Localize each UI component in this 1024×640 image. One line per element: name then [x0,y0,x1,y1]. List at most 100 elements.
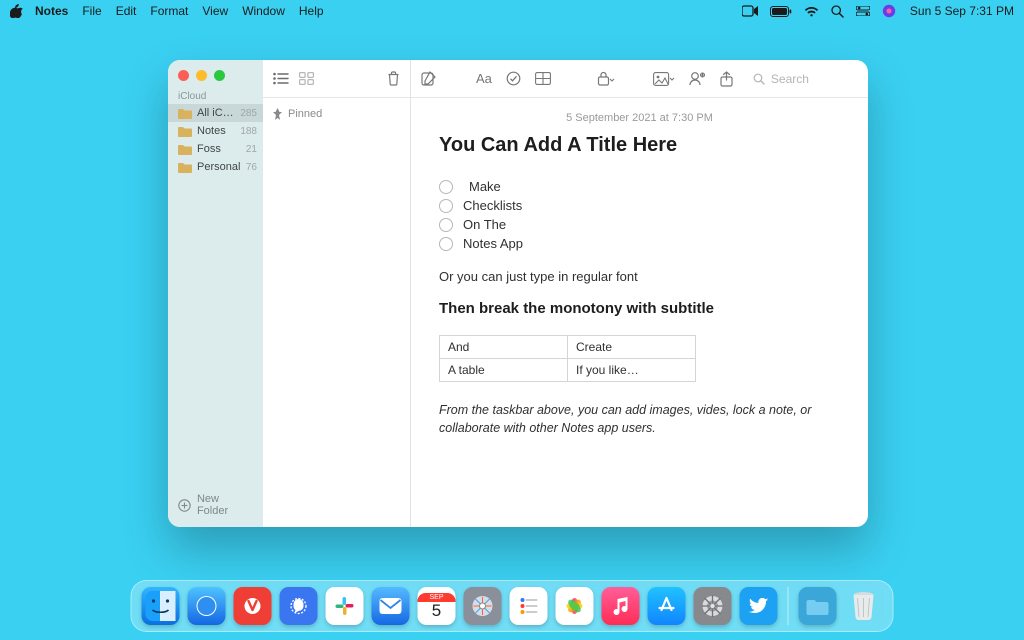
checkbox-icon[interactable] [439,180,453,194]
note-checklist: Make Checklists On The Notes App [439,179,840,251]
note-body[interactable]: 5 September 2021 at 7:30 PM You Can Add … [411,98,868,527]
dock-app-twitter[interactable] [740,587,778,625]
folder-count: 76 [246,162,257,173]
dock-app-vivaldi[interactable] [234,587,272,625]
checklist-item[interactable]: Make [439,179,840,194]
table-row: A table If you like… [440,359,696,382]
checkbox-icon[interactable] [439,218,453,232]
note-subtitle[interactable]: Then break the monotony with subtitle [439,300,840,317]
dock-app-signal[interactable] [280,587,318,625]
note-paragraph[interactable]: Or you can just type in regular font [439,269,840,284]
menu-help[interactable]: Help [299,4,324,18]
dock-downloads[interactable] [799,587,837,625]
table-cell[interactable]: And [440,336,568,359]
sidebar-folder-personal[interactable]: Personal 76 [168,158,263,176]
notes-window: iCloud All iClou… 285 Notes 188 Foss 21 … [168,60,868,527]
delete-note-button[interactable] [387,71,400,86]
format-button[interactable]: Aa [476,71,492,86]
checklist-button[interactable] [506,71,521,86]
folder-name: Foss [197,143,241,155]
menubar-datetime[interactable]: Sun 5 Sep 7:31 PM [910,4,1014,18]
sidebar-folder-notes[interactable]: Notes 188 [168,122,263,140]
folder-count: 188 [240,126,257,137]
battery-icon[interactable] [770,6,792,17]
lock-button[interactable] [597,71,615,86]
dock-app-finder[interactable] [142,587,180,625]
table-cell[interactable]: Create [568,336,696,359]
apple-menu-icon[interactable] [10,4,23,18]
dock-app-appstore[interactable] [648,587,686,625]
sidebar-section-label: iCloud [168,87,263,104]
folder-count: 21 [246,144,257,155]
note-list-panel: Pinned [263,60,411,527]
menubar: Notes File Edit Format View Window Help … [0,0,1024,22]
note-table[interactable]: And Create A table If you like… [439,335,696,382]
folder-icon [178,162,192,173]
folder-icon [178,126,192,137]
checklist-text: Make [469,179,501,194]
sidebar-folder-all-icloud[interactable]: All iClou… 285 [168,104,263,122]
minimize-button[interactable] [196,70,207,81]
dock-app-safari[interactable] [188,587,226,625]
siri-icon[interactable] [882,4,896,18]
table-row: And Create [440,336,696,359]
media-button[interactable] [653,72,675,86]
checklist-item[interactable]: On The [439,217,840,232]
pinned-label: Pinned [288,108,322,120]
dock-app-photos[interactable] [556,587,594,625]
search-field[interactable]: Search [747,69,858,89]
new-folder-button[interactable]: New Folder [168,483,263,527]
spotlight-icon[interactable] [831,5,844,18]
dock-trash[interactable] [845,587,883,625]
checklist-text: On The [463,217,506,232]
folder-name: Notes [197,125,235,137]
dock-separator [788,587,789,625]
dock-app-calendar[interactable]: SEP5 [418,587,456,625]
dock-app-settings[interactable] [694,587,732,625]
checklist-text: Notes App [463,236,523,251]
control-center-icon[interactable] [856,6,870,16]
dock-app-mail[interactable] [372,587,410,625]
menu-edit[interactable]: Edit [116,4,137,18]
checkbox-icon[interactable] [439,199,453,213]
wifi-icon[interactable] [804,6,819,17]
collaborate-button[interactable] [689,71,706,86]
close-button[interactable] [178,70,189,81]
gallery-view-button[interactable] [299,72,314,85]
note-italic-paragraph[interactable]: From the taskbar above, you can add imag… [439,402,840,437]
table-cell[interactable]: A table [440,359,568,382]
share-button[interactable] [720,71,733,87]
table-cell[interactable]: If you like… [568,359,696,382]
dock-app-launchpad[interactable] [464,587,502,625]
note-title[interactable]: You Can Add A Title Here [439,134,840,157]
new-folder-label: New Folder [197,493,253,517]
checkbox-icon[interactable] [439,237,453,251]
menu-window[interactable]: Window [242,4,285,18]
dock-app-reminders[interactable] [510,587,548,625]
screen-record-icon[interactable] [742,5,758,17]
dock-app-music[interactable] [602,587,640,625]
window-controls [168,60,263,87]
menu-format[interactable]: Format [150,4,188,18]
folder-name: Personal [197,161,241,173]
pin-icon [273,108,282,120]
checklist-text: Checklists [463,198,522,213]
new-note-button[interactable] [421,71,436,86]
editor-toolbar: Aa Search [411,60,868,98]
pinned-section: Pinned [263,98,410,130]
menu-file[interactable]: File [82,4,101,18]
list-view-button[interactable] [273,72,289,85]
menu-view[interactable]: View [202,4,228,18]
table-button[interactable] [535,72,551,85]
checklist-item[interactable]: Notes App [439,236,840,251]
notelist-toolbar [263,60,410,98]
plus-circle-icon [178,499,191,512]
fullscreen-button[interactable] [214,70,225,81]
folder-name: All iClou… [197,107,235,119]
dock-app-slack[interactable] [326,587,364,625]
folder-icon [178,108,192,119]
sidebar-folder-foss[interactable]: Foss 21 [168,140,263,158]
editor-panel: Aa Search 5 September 2021 at 7:30 PM Yo… [411,60,868,527]
app-name[interactable]: Notes [35,4,68,18]
checklist-item[interactable]: Checklists [439,198,840,213]
